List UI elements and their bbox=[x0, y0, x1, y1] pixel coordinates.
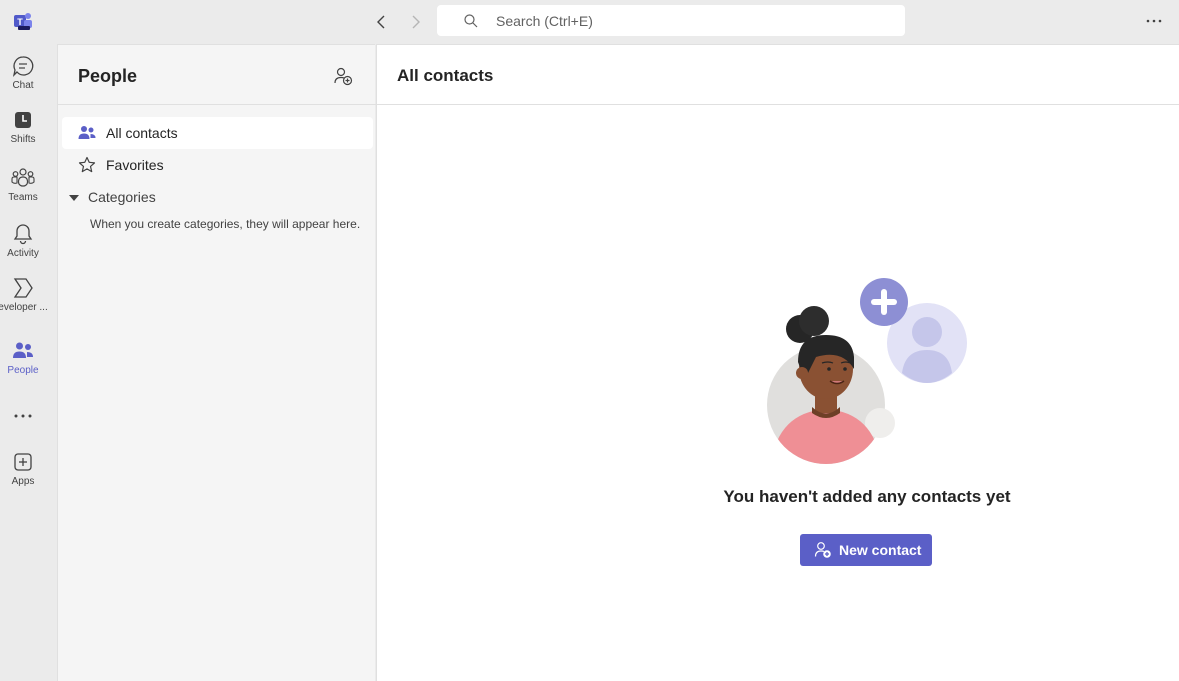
categories-hint: When you create categories, they will ap… bbox=[90, 217, 361, 231]
page-title: All contacts bbox=[397, 66, 494, 85]
divider bbox=[377, 104, 1179, 105]
shifts-icon bbox=[11, 108, 35, 132]
rail-item-activity[interactable]: Activity bbox=[0, 222, 46, 260]
chat-icon bbox=[11, 54, 35, 78]
rail-label: Activity bbox=[7, 248, 39, 259]
people-icon bbox=[78, 124, 96, 142]
back-button[interactable] bbox=[371, 11, 393, 33]
rail-label: Teams bbox=[8, 192, 38, 203]
search-icon bbox=[463, 13, 479, 29]
add-person-icon bbox=[334, 67, 353, 86]
title-bar: T Search (Ctrl+E) bbox=[0, 0, 1179, 44]
rail-item-shifts[interactable]: Shifts bbox=[0, 108, 46, 146]
divider bbox=[58, 104, 376, 105]
people-icon bbox=[11, 339, 35, 363]
add-contact-button[interactable] bbox=[332, 65, 354, 87]
star-icon bbox=[78, 156, 96, 174]
ellipsis-icon bbox=[11, 404, 35, 428]
chevron-left-icon bbox=[377, 15, 385, 29]
teams-logo-icon: T bbox=[12, 11, 34, 33]
empty-state-message: You haven't added any contacts yet bbox=[723, 487, 1011, 506]
apps-icon bbox=[11, 450, 35, 474]
new-contact-label: New contact bbox=[839, 542, 922, 558]
ellipsis-icon bbox=[1146, 19, 1162, 23]
rail-label: eveloper ... bbox=[0, 302, 48, 313]
add-person-icon bbox=[814, 542, 831, 558]
new-contact-button[interactable]: New contact bbox=[800, 534, 932, 566]
rail-item-developer-portal[interactable]: eveloper ... bbox=[0, 276, 48, 314]
svg-text:T: T bbox=[17, 17, 23, 27]
nav-item-label: Favorites bbox=[106, 157, 164, 173]
caret-down-icon bbox=[68, 191, 80, 203]
more-apps-button[interactable] bbox=[0, 404, 46, 428]
rail-item-people[interactable]: People bbox=[0, 339, 46, 377]
rail-item-apps[interactable]: Apps bbox=[0, 450, 46, 488]
rail-item-teams[interactable]: Teams bbox=[0, 166, 46, 204]
categories-toggle[interactable]: Categories bbox=[62, 185, 373, 209]
teams-icon bbox=[11, 166, 35, 190]
forward-button[interactable] bbox=[404, 11, 426, 33]
developer-portal-icon bbox=[11, 276, 35, 300]
categories-label: Categories bbox=[88, 189, 156, 205]
nav-item-favorites[interactable]: Favorites bbox=[62, 149, 373, 181]
empty-contacts-illustration bbox=[762, 277, 972, 467]
bell-icon bbox=[11, 222, 35, 246]
app-rail: Chat Shifts Teams Activity eveloper ... … bbox=[0, 44, 57, 681]
rail-label: People bbox=[7, 365, 39, 376]
rail-label: Chat bbox=[12, 80, 34, 91]
people-panel: People All contacts Favorites Categories… bbox=[57, 44, 376, 681]
panel-title: People bbox=[78, 66, 138, 86]
nav-item-all-contacts[interactable]: All contacts bbox=[62, 117, 373, 149]
rail-label: Apps bbox=[11, 476, 35, 487]
more-options-button[interactable] bbox=[1142, 12, 1166, 30]
chevron-right-icon bbox=[412, 15, 420, 29]
main-content: All contacts You haven't added any conta… bbox=[376, 44, 1179, 681]
rail-label: Shifts bbox=[10, 134, 36, 145]
nav-item-label: All contacts bbox=[106, 125, 178, 141]
search-placeholder: Search (Ctrl+E) bbox=[496, 13, 593, 29]
rail-item-chat[interactable]: Chat bbox=[0, 54, 46, 92]
